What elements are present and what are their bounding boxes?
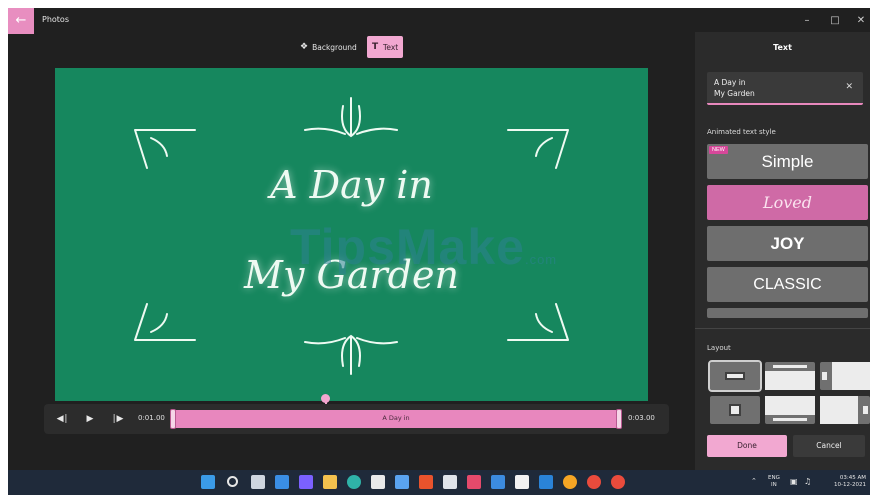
- volume-icon[interactable]: ♫: [804, 478, 811, 486]
- photos-icon[interactable]: [395, 475, 409, 489]
- text-style-icon: T ​: [372, 42, 380, 52]
- text-input-line-1: A Day in: [714, 78, 746, 87]
- style-card-classic[interactable]: CLASSIC: [707, 267, 868, 302]
- timeline-bar: ◀ | ▶ | ▶ 0:01.00 A Day in 0:03.00: [44, 404, 669, 434]
- clip-label: A Day in: [382, 414, 410, 422]
- end-time: 0:03.00: [628, 414, 655, 422]
- google-icon[interactable]: [611, 475, 625, 489]
- text-label: Text: [383, 42, 399, 52]
- background-toggle[interactable]: ❖ Background: [295, 36, 362, 58]
- video-preview-canvas: A Day in My Garden TipsMake.com: [55, 68, 648, 401]
- file-explorer-icon[interactable]: [323, 475, 337, 489]
- layout-glyph: [820, 396, 858, 424]
- style-card-simple[interactable]: NEW Simple: [707, 144, 868, 179]
- trim-end-handle[interactable]: [616, 409, 622, 429]
- style-label: JOY: [770, 234, 805, 253]
- layout-glyph: [765, 371, 815, 390]
- maximize-button[interactable]: □: [824, 12, 846, 30]
- layout-option-right-side[interactable]: [820, 396, 870, 424]
- play-icon: ▶: [86, 414, 94, 424]
- layout-glyph: [863, 406, 868, 414]
- app-icon[interactable]: [467, 475, 481, 489]
- text-input-line-2: My Garden: [714, 89, 755, 98]
- panel-divider: [695, 328, 870, 329]
- layout-glyph: [729, 404, 741, 416]
- text-input[interactable]: A Day in My Garden ✕: [707, 72, 863, 105]
- new-badge: NEW: [709, 146, 728, 154]
- panel-title: Text: [773, 43, 792, 52]
- step-back-icon: ◀ |: [56, 414, 68, 424]
- task-view-icon[interactable]: [251, 475, 265, 489]
- layout-glyph: [773, 418, 807, 421]
- app-title: Photos: [42, 15, 69, 24]
- photos-window: ← Photos – □ ✕ ❖ Background T ​ Text: [8, 8, 870, 470]
- step-forward-icon: | ▶: [112, 414, 124, 424]
- style-label: CLASSIC: [753, 276, 822, 293]
- style-label: Simple: [761, 152, 814, 171]
- done-button[interactable]: Done: [707, 435, 787, 457]
- previous-frame-button[interactable]: ◀ |: [54, 411, 70, 427]
- clock[interactable]: 03:45 AM 10-12-2021: [820, 475, 866, 489]
- chat-icon[interactable]: [299, 475, 313, 489]
- text-panel: Text A Day in My Garden ✕ Animated text …: [695, 32, 870, 470]
- watermark: TipsMake.com: [290, 219, 558, 275]
- chrome-icon[interactable]: [563, 475, 577, 489]
- app-icon[interactable]: [443, 475, 457, 489]
- search-icon[interactable]: [227, 476, 238, 487]
- network-icon[interactable]: ▣: [790, 478, 798, 486]
- close-icon: ✕: [856, 15, 866, 26]
- app-icon[interactable]: [539, 475, 553, 489]
- cancel-button[interactable]: Cancel: [793, 435, 865, 457]
- clear-text-button[interactable]: ✕: [845, 82, 853, 92]
- background-label: Background: [312, 42, 357, 52]
- close-button[interactable]: ✕: [850, 12, 870, 30]
- language-indicator[interactable]: ENG IN: [768, 475, 780, 489]
- layout-option-top-bar[interactable]: [765, 362, 815, 390]
- arrow-left-icon: ←: [15, 13, 27, 28]
- layout-label: Layout: [707, 344, 731, 352]
- style-label: Loved: [762, 193, 812, 212]
- app-icon[interactable]: [491, 475, 505, 489]
- layout-option-center-box[interactable]: [710, 396, 760, 424]
- style-card-joy[interactable]: JOY: [707, 226, 868, 261]
- layout-option-left-side[interactable]: [820, 362, 870, 390]
- layout-option-bottom-bar[interactable]: [765, 396, 815, 424]
- animated-text-style-label: Animated text style: [707, 128, 776, 136]
- layout-option-center-small[interactable]: [708, 360, 762, 392]
- taskbar: ⌃ ENG IN ▣ ♫ 03:45 AM 10-12-2021: [8, 470, 870, 495]
- text-toggle[interactable]: T ​ Text: [367, 36, 404, 58]
- edge-icon[interactable]: [347, 475, 361, 489]
- maximize-icon: □: [830, 15, 840, 26]
- close-icon: ✕: [845, 82, 853, 92]
- chevron-up-icon[interactable]: ⌃: [751, 478, 757, 485]
- paint-bucket-icon: ❖: [300, 42, 309, 52]
- preview-text-line-1: A Day in: [270, 163, 433, 207]
- store-icon[interactable]: [371, 475, 385, 489]
- minimize-button[interactable]: –: [796, 12, 818, 30]
- layout-glyph: [765, 396, 815, 415]
- play-button[interactable]: ▶: [82, 411, 98, 427]
- layout-glyph: [725, 372, 745, 380]
- start-time: 0:01.00: [138, 414, 165, 422]
- back-button[interactable]: ←: [8, 8, 34, 34]
- layout-glyph: [773, 365, 807, 368]
- google-icon[interactable]: [587, 475, 601, 489]
- title-bar: ← Photos – □ ✕: [8, 8, 870, 34]
- style-card-partial[interactable]: [707, 308, 868, 318]
- layout-glyph: [832, 362, 870, 390]
- minimize-icon: –: [804, 15, 810, 26]
- widgets-icon[interactable]: [275, 475, 289, 489]
- next-frame-button[interactable]: | ▶: [110, 411, 126, 427]
- office-icon[interactable]: [419, 475, 433, 489]
- windows-start-icon[interactable]: [201, 475, 215, 489]
- layout-glyph: [822, 372, 827, 380]
- style-card-loved[interactable]: Loved: [707, 185, 868, 220]
- clip-trim-track[interactable]: A Day in: [170, 409, 622, 429]
- app-icon[interactable]: [515, 475, 529, 489]
